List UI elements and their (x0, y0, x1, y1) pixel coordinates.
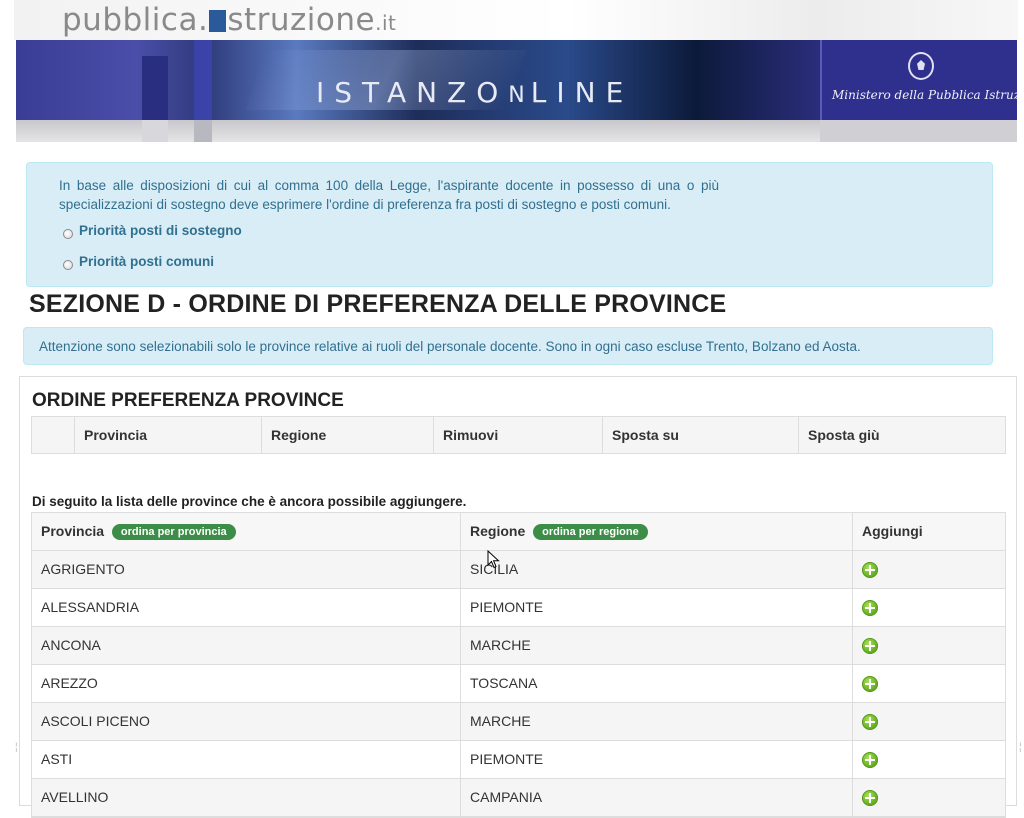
pref-col-rimuovi: Rimuovi (433, 417, 602, 453)
pref-col-empty (32, 417, 74, 453)
aggiungi-cell (852, 627, 1005, 664)
provincia-cell: ASTI (41, 751, 73, 767)
col-provincia-header: Provincia ordina per provincia (32, 513, 460, 550)
table-row: AREZZO TOSCANA (32, 665, 1005, 703)
provincia-cell: ANCONA (41, 637, 101, 653)
pref-col-regione: Regione (261, 417, 433, 453)
sort-by-regione-button[interactable]: ordina per regione (533, 524, 648, 540)
edge-mark-left: ¦ (15, 742, 18, 753)
table-row: ANCONA MARCHE (32, 627, 1005, 665)
aggiungi-cell (852, 741, 1005, 778)
radio-sostegno[interactable] (63, 229, 73, 239)
provincia-cell: AREZZO (41, 675, 98, 691)
add-icon[interactable] (862, 638, 878, 654)
col-provincia-label: Provincia (41, 523, 105, 539)
regione-cell: PIEMONTE (460, 589, 852, 626)
aggiungi-cell (852, 551, 1005, 588)
priorita-alert: In base alle disposizioni di cui al comm… (26, 162, 993, 287)
add-icon[interactable] (862, 752, 878, 768)
radio-row-sostegno[interactable]: Priorità posti di sostegno (63, 222, 242, 239)
table-row: AVELLINO CAMPANIA (32, 779, 1005, 817)
emblem-icon (908, 52, 934, 80)
radio-comuni-label[interactable]: Priorità posti comuni (79, 254, 214, 269)
col-aggiungi-header: Aggiungi (852, 513, 1005, 550)
add-icon[interactable] (862, 714, 878, 730)
attenzione-alert: Attenzione sono selezionabili solo le pr… (23, 327, 993, 365)
province-table-header: Provincia ordina per provincia Regione o… (32, 513, 1005, 551)
preferenza-title: ORDINE PREFERENZA PROVINCE (32, 390, 344, 411)
section-title: SEZIONE D - ORDINE DI PREFERENZA DELLE P… (29, 290, 727, 318)
provincia-cell: AVELLINO (41, 789, 109, 805)
mouse-cursor (487, 550, 500, 569)
provincia-cell: AGRIGENTO (41, 561, 125, 577)
regione-cell: CAMPANIA (460, 779, 852, 816)
add-icon[interactable] (862, 562, 878, 578)
site-logo[interactable]: pubblica. struzione.it (14, 0, 1018, 40)
provincia-cell: ASCOLI PICENO (41, 713, 150, 729)
regione-cell: MARCHE (460, 703, 852, 740)
pref-col-sposta-giu: Sposta giù (798, 417, 1005, 453)
regione-cell: PIEMONTE (460, 741, 852, 778)
site-name: pubblica. struzione.it (62, 2, 397, 38)
aggiungi-cell (852, 703, 1005, 740)
add-icon[interactable] (862, 600, 878, 616)
table-row: ASTI PIEMONTE (32, 741, 1005, 779)
regione-cell: MARCHE (460, 627, 852, 664)
pref-col-provincia: Provincia (74, 417, 261, 453)
regione-cell: TOSCANA (460, 665, 852, 702)
istanze-online-banner: ISTANZONLINE Ministero della Pubblica Is… (16, 40, 1017, 120)
col-regione-label: Regione (470, 523, 526, 539)
banner-title: ISTANZONLINE (316, 76, 634, 109)
aggiungi-cell (852, 779, 1005, 816)
aggiungi-cell (852, 665, 1005, 702)
radio-sostegno-label[interactable]: Priorità posti di sostegno (79, 223, 242, 238)
sort-by-provincia-button[interactable]: ordina per provincia (111, 524, 236, 540)
add-icon[interactable] (862, 676, 878, 692)
table-row: AGRIGENTO SICILIA (32, 551, 1005, 589)
table-row: ASCOLI PICENO MARCHE (32, 703, 1005, 741)
pref-col-sposta-su: Sposta su (602, 417, 798, 453)
col-regione-header: Regione ordina per regione (460, 513, 852, 550)
lista-caption: Di seguito la lista delle province che è… (32, 494, 467, 509)
banner-footer-strip (16, 120, 1017, 142)
province-table: Provincia ordina per provincia Regione o… (31, 512, 1006, 818)
table-row: ALESSANDRIA PIEMONTE (32, 589, 1005, 627)
ministero-logo: Ministero della Pubblica Istruzione (820, 40, 1017, 120)
edge-mark-right: ¦ (1019, 742, 1022, 753)
radio-comuni[interactable] (63, 260, 73, 270)
preferenza-table-header: Provincia Regione Rimuovi Sposta su Spos… (31, 416, 1006, 454)
regione-cell: SICILIA (460, 551, 852, 588)
aggiungi-cell (852, 589, 1005, 626)
ministero-label: Ministero della Pubblica Istruzione (832, 88, 1017, 102)
radio-row-comuni[interactable]: Priorità posti comuni (63, 253, 214, 270)
logo-i-block (209, 10, 227, 32)
add-icon[interactable] (862, 790, 878, 806)
priorita-text: In base alle disposizioni di cui al comm… (59, 178, 719, 212)
attenzione-text: Attenzione sono selezionabili solo le pr… (39, 339, 861, 354)
provincia-cell: ALESSANDRIA (41, 599, 140, 615)
